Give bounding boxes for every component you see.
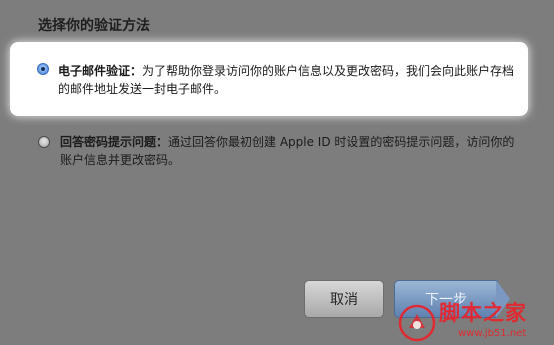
radio-dot-icon	[41, 67, 45, 71]
radio-unselected-icon[interactable]	[38, 136, 50, 148]
watermark: 脚本之家 www.jb51.net	[396, 298, 554, 345]
watermark-url: www.jb51.net	[458, 328, 527, 339]
option-email-verification[interactable]: 电子邮件验证：为了帮助你登录访问你的账户信息以及更改密码，我们会向此账户存档的邮…	[10, 42, 528, 116]
radio-selected-icon[interactable]	[37, 63, 49, 75]
option-email-label: 电子邮件验证：	[58, 64, 143, 78]
cancel-button[interactable]: 取消	[304, 280, 384, 318]
watermark-logo-icon	[398, 304, 436, 342]
option-question-label: 回答密码提示问题：	[60, 135, 169, 149]
verification-dialog: 选择你的验证方法 电子邮件验证：为了帮助你登录访问你的账户信息以及更改密码，我们…	[0, 0, 554, 345]
option-question-text: 回答密码提示问题：通过回答你最初创建 Apple ID 时设置的密码提示问题，访…	[60, 133, 520, 169]
option-email-text: 电子邮件验证：为了帮助你登录访问你的账户信息以及更改密码，我们会向此账户存档的邮…	[58, 62, 518, 98]
option-security-question[interactable]: 回答密码提示问题：通过回答你最初创建 Apple ID 时设置的密码提示问题，访…	[24, 131, 528, 181]
section-title: 选择你的验证方法	[38, 18, 150, 34]
watermark-text: 脚本之家	[439, 301, 527, 325]
